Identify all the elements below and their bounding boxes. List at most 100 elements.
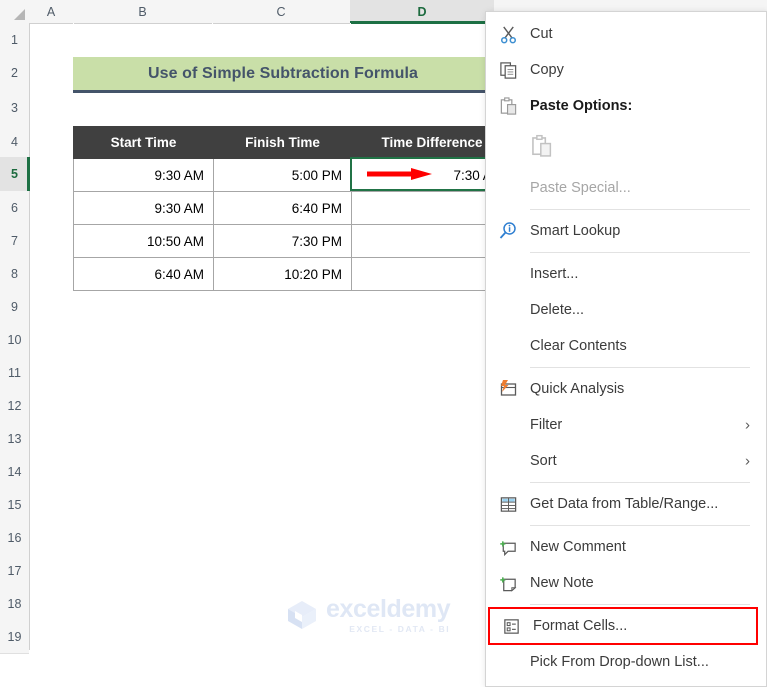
menu-item-label: Filter bbox=[530, 417, 563, 433]
chevron-right-icon: › bbox=[745, 452, 750, 470]
menu-item-copy[interactable]: Copy bbox=[486, 52, 766, 88]
menu-item-sort[interactable]: Sort › bbox=[486, 443, 766, 479]
menu-separator bbox=[530, 482, 750, 483]
table-row[interactable]: 6:40 AM 10:20 PM bbox=[73, 257, 513, 291]
menu-item-smart-lookup[interactable]: Smart Lookup bbox=[486, 213, 766, 249]
row-label: 2 bbox=[11, 66, 18, 80]
column-header-c[interactable]: C bbox=[212, 0, 351, 23]
menu-item-quick-analysis[interactable]: Quick Analysis bbox=[486, 371, 766, 407]
row-header-14[interactable]: 14 bbox=[0, 455, 29, 489]
row-header-13[interactable]: 13 bbox=[0, 422, 29, 456]
column-header-start-time: Start Time bbox=[73, 126, 214, 159]
row-header-4[interactable]: 4 bbox=[0, 126, 29, 158]
menu-item-label: Get Data from Table/Range... bbox=[530, 496, 719, 512]
context-menu[interactable]: Cut Copy Paste Options: Paste Special...… bbox=[485, 11, 767, 687]
menu-item-label: Insert... bbox=[530, 266, 579, 282]
row-header-7[interactable]: 7 bbox=[0, 224, 29, 258]
row-header-19[interactable]: 19 bbox=[0, 620, 29, 654]
menu-item-paste-option-button bbox=[486, 124, 766, 170]
row-header-5[interactable]: 5 bbox=[0, 157, 30, 192]
column-header-b[interactable]: B bbox=[73, 0, 213, 23]
watermark-tagline: EXCEL - DATA - BI bbox=[349, 624, 451, 634]
menu-item-label: Format Cells... bbox=[533, 618, 628, 634]
annotation-arrow-icon bbox=[367, 168, 432, 180]
menu-item-clear-contents[interactable]: Clear Contents bbox=[486, 328, 766, 364]
row-header-15[interactable]: 15 bbox=[0, 488, 29, 522]
menu-item-label: Delete... bbox=[530, 302, 584, 318]
menu-item-label: New Comment bbox=[530, 539, 626, 555]
cell-finish-time[interactable]: 10:20 PM bbox=[213, 257, 352, 291]
row-header-2[interactable]: 2 bbox=[0, 56, 29, 91]
row-label: 1 bbox=[11, 32, 18, 47]
menu-item-label: Sort bbox=[530, 453, 557, 469]
column-separator bbox=[73, 23, 74, 650]
row-label: 15 bbox=[7, 497, 22, 512]
menu-separator bbox=[530, 525, 750, 526]
row-header-6[interactable]: 6 bbox=[0, 191, 29, 225]
row-label: 11 bbox=[8, 365, 21, 380]
chevron-right-icon: › bbox=[745, 416, 750, 434]
menu-item-label: Paste Options: bbox=[530, 98, 633, 114]
column-separator bbox=[212, 23, 213, 650]
table-row[interactable]: 9:30 AM 6:40 PM bbox=[73, 191, 513, 225]
menu-item-label: Paste Special... bbox=[530, 180, 631, 196]
column-header-d[interactable]: D bbox=[350, 0, 495, 24]
cell-finish-time[interactable]: 5:00 PM bbox=[213, 158, 352, 192]
menu-item-get-data-from-table-range[interactable]: Get Data from Table/Range... bbox=[486, 486, 766, 522]
row-header-18[interactable]: 18 bbox=[0, 587, 29, 621]
menu-item-label: Pick From Drop-down List... bbox=[530, 654, 709, 670]
row-header-10[interactable]: 10 bbox=[0, 323, 29, 357]
copy-icon bbox=[486, 52, 530, 88]
row-header-17[interactable]: 17 bbox=[0, 554, 29, 588]
menu-item-label: Smart Lookup bbox=[530, 223, 621, 239]
menu-item-new-note[interactable]: New Note bbox=[486, 565, 766, 601]
row-label: 16 bbox=[7, 530, 22, 545]
column-header-a[interactable]: A bbox=[29, 0, 74, 23]
menu-item-label: New Note bbox=[530, 575, 594, 591]
select-all-triangle-icon bbox=[14, 9, 25, 20]
cell-start-time[interactable]: 10:50 AM bbox=[73, 224, 214, 258]
row-label: 19 bbox=[7, 629, 22, 644]
format-cells-icon bbox=[489, 608, 533, 644]
menu-item-paste-special: Paste Special... bbox=[486, 170, 766, 206]
menu-item-pick-from-drop-down-list[interactable]: Pick From Drop-down List... bbox=[486, 644, 766, 680]
menu-separator bbox=[530, 252, 750, 253]
menu-item-insert[interactable]: Insert... bbox=[486, 256, 766, 292]
scissors-icon bbox=[486, 16, 530, 52]
row-header-12[interactable]: 12 bbox=[0, 389, 29, 423]
row-label: 14 bbox=[7, 464, 22, 479]
data-table[interactable]: Start Time Finish Time Time Difference 9… bbox=[73, 126, 513, 291]
menu-item-label: Cut bbox=[530, 26, 553, 42]
cell-start-time[interactable]: 9:30 AM bbox=[73, 191, 214, 225]
table-row[interactable]: 9:30 AM 5:00 PM 7:30 AM bbox=[73, 158, 513, 192]
table-header-row: Start Time Finish Time Time Difference bbox=[73, 126, 513, 159]
column-separator bbox=[350, 23, 351, 650]
menu-item-new-comment[interactable]: New Comment bbox=[486, 529, 766, 565]
quick-analysis-icon bbox=[486, 371, 530, 407]
cell-start-time[interactable]: 6:40 AM bbox=[73, 257, 214, 291]
menu-item-cut[interactable]: Cut bbox=[486, 16, 766, 52]
menu-item-format-cells[interactable]: Format Cells... bbox=[488, 607, 758, 645]
row-label: 18 bbox=[7, 596, 22, 611]
cell-finish-time[interactable]: 6:40 PM bbox=[213, 191, 352, 225]
cell-finish-time[interactable]: 7:30 PM bbox=[213, 224, 352, 258]
row-header-8[interactable]: 8 bbox=[0, 257, 29, 291]
row-label: 8 bbox=[11, 266, 18, 281]
menu-item-paste-options: Paste Options: bbox=[486, 88, 766, 124]
column-label-b: B bbox=[138, 4, 147, 19]
table-row[interactable]: 10:50 AM 7:30 PM bbox=[73, 224, 513, 258]
title-banner[interactable]: Use of Simple Subtraction Formula bbox=[73, 57, 493, 93]
row-header-9[interactable]: 9 bbox=[0, 290, 29, 324]
note-icon bbox=[486, 565, 530, 601]
cell-start-time[interactable]: 9:30 AM bbox=[73, 158, 214, 192]
banner-title: Use of Simple Subtraction Formula bbox=[147, 64, 418, 82]
select-all-corner[interactable] bbox=[0, 0, 30, 24]
menu-item-delete[interactable]: Delete... bbox=[486, 292, 766, 328]
row-header-11[interactable]: 11 bbox=[0, 356, 29, 390]
menu-separator bbox=[530, 367, 750, 368]
row-header-3[interactable]: 3 bbox=[0, 90, 29, 127]
row-header-16[interactable]: 16 bbox=[0, 521, 29, 555]
row-header-1[interactable]: 1 bbox=[0, 23, 29, 57]
menu-item-filter[interactable]: Filter › bbox=[486, 407, 766, 443]
menu-separator bbox=[530, 604, 750, 605]
